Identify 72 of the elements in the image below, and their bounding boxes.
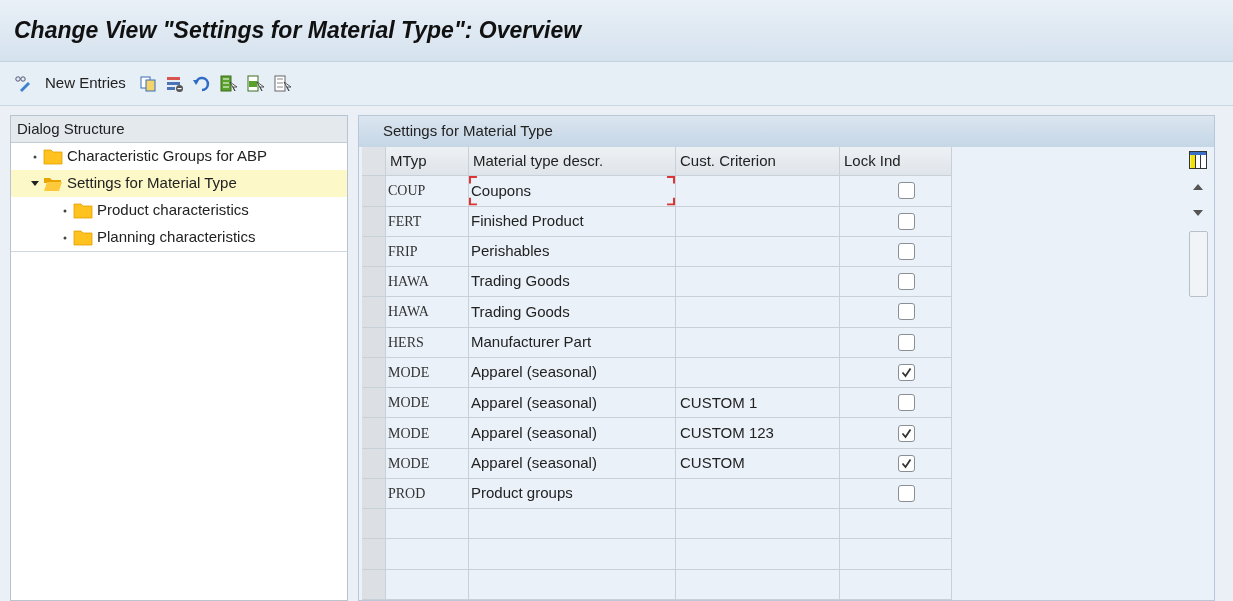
table-cell: HAWA bbox=[386, 297, 469, 328]
undo-icon[interactable] bbox=[192, 74, 211, 93]
column-header[interactable]: Lock Ind bbox=[840, 147, 952, 177]
table-cell: Apparel (seasonal) bbox=[469, 448, 676, 479]
folder-icon bbox=[43, 148, 63, 165]
tree-item[interactable]: Product characteristics bbox=[11, 197, 347, 224]
panel-header: Settings for Material Type bbox=[359, 116, 1214, 147]
glasses-pencil-icon[interactable] bbox=[14, 74, 32, 93]
table-cell: MODE bbox=[386, 418, 469, 449]
table-cell: Trading Goods bbox=[469, 267, 676, 298]
checkbox[interactable] bbox=[898, 364, 915, 381]
column-header[interactable]: MTyp bbox=[386, 147, 469, 177]
check-icon bbox=[901, 367, 912, 378]
window-title: Change View "Settings for Material Type": Overview bbox=[14, 16, 582, 46]
column-header[interactable]: Cust. Criterion bbox=[676, 147, 840, 177]
scroll-up-icon[interactable] bbox=[1192, 183, 1204, 191]
checkbox[interactable] bbox=[898, 333, 915, 351]
column-header[interactable]: Material type descr. bbox=[469, 147, 676, 177]
tree-item[interactable]: Characteristic Groups for ABP bbox=[11, 143, 347, 170]
column-layout-icon[interactable] bbox=[1189, 151, 1207, 169]
table-cell: Product groups bbox=[469, 478, 676, 510]
folder-icon bbox=[73, 202, 93, 219]
table-cell: HAWA bbox=[386, 267, 469, 298]
checkbox[interactable] bbox=[898, 182, 915, 200]
table-cell: HERS bbox=[386, 327, 469, 358]
table-cell: COUP bbox=[386, 176, 469, 207]
table-cell: FERT bbox=[386, 206, 469, 237]
checkbox[interactable] bbox=[898, 242, 915, 260]
tree-item-label: Product characteristics bbox=[97, 200, 249, 221]
table-cell: Trading Goods bbox=[469, 297, 676, 328]
table-cell: Apparel (seasonal) bbox=[469, 357, 676, 389]
checkbox[interactable] bbox=[898, 273, 915, 291]
scrollbar-thumb[interactable] bbox=[1188, 231, 1208, 297]
table-cell: MODE bbox=[386, 448, 469, 479]
deselect-all-icon[interactable] bbox=[273, 74, 292, 93]
checkbox[interactable] bbox=[898, 485, 915, 503]
checkbox[interactable] bbox=[898, 303, 915, 321]
delete-rows-icon[interactable] bbox=[165, 74, 184, 93]
checkbox[interactable] bbox=[898, 424, 915, 442]
check-icon bbox=[901, 427, 912, 439]
check-icon bbox=[901, 457, 912, 469]
panel-header: Dialog Structure bbox=[11, 116, 347, 143]
selector-header bbox=[362, 147, 386, 177]
folder-icon bbox=[73, 229, 93, 246]
scroll-down-icon[interactable] bbox=[1192, 209, 1204, 217]
table-cell: PROD bbox=[386, 478, 469, 510]
open-folder-icon bbox=[43, 175, 63, 192]
table-cell: Coupons bbox=[469, 176, 676, 207]
copy-icon[interactable] bbox=[138, 74, 157, 93]
select-all-icon[interactable] bbox=[219, 74, 238, 93]
expanded-triangle-icon[interactable] bbox=[31, 179, 39, 188]
tree-item[interactable]: Settings for Material Type bbox=[11, 170, 347, 197]
tree-item-label: Planning characteristics bbox=[97, 227, 256, 248]
table-cell: Apparel (seasonal) bbox=[469, 418, 676, 449]
table-cell: MODE bbox=[386, 388, 469, 419]
tree-item-label: Characteristic Groups for ABP bbox=[67, 146, 268, 167]
table-cell: Finished Product bbox=[469, 206, 676, 237]
tree-item-label: Settings for Material Type bbox=[67, 173, 237, 194]
checkbox[interactable] bbox=[898, 394, 915, 412]
table-cell: Manufacturer Part bbox=[469, 327, 676, 358]
table-cell: Apparel (seasonal) bbox=[469, 388, 676, 419]
table-cell: Perishables bbox=[469, 236, 676, 268]
tree-item[interactable]: Planning characteristics bbox=[11, 224, 347, 251]
new-entries-button[interactable]: New Entries bbox=[41, 72, 130, 95]
table-cell: FRIP bbox=[386, 236, 469, 268]
table-cell: CUSTOM bbox=[676, 448, 840, 479]
table-cell: CUSTOM 123 bbox=[676, 418, 840, 449]
checkbox[interactable] bbox=[898, 212, 915, 230]
select-block-icon[interactable] bbox=[246, 74, 265, 93]
table-cell: MODE bbox=[386, 357, 469, 389]
table-cell: CUSTOM 1 bbox=[676, 388, 840, 419]
checkbox[interactable] bbox=[898, 454, 915, 472]
